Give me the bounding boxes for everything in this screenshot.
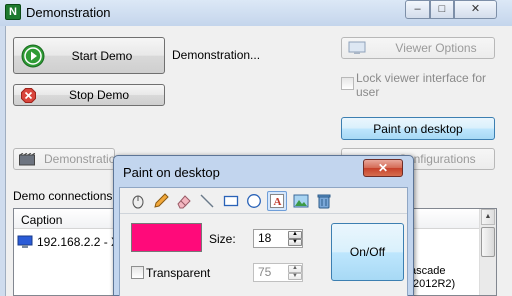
stop-demo-label: Stop Demo bbox=[68, 88, 130, 102]
window-titlebar[interactable]: N Demonstration – □ ✕ bbox=[0, 0, 512, 26]
size-spinner[interactable]: ▲ ▼ bbox=[288, 231, 302, 246]
computer-icon bbox=[17, 235, 33, 248]
scroll-up-icon[interactable]: ▲ bbox=[481, 209, 495, 225]
color-swatch[interactable] bbox=[131, 223, 202, 252]
column-header-caption[interactable]: Caption bbox=[21, 213, 62, 227]
on-off-button[interactable]: On/Off bbox=[331, 223, 404, 281]
stop-icon bbox=[21, 88, 36, 103]
demonstration-button[interactable]: Demonstration bbox=[13, 148, 122, 170]
paint-dialog-body: A Size: 18 ▲ ▼ On/Off Transparent 75 ▲ ▼ bbox=[119, 187, 408, 296]
demo-connections-label: Demo connections bbox=[13, 189, 113, 203]
transparency-spinner[interactable]: ▲ ▼ bbox=[288, 265, 302, 280]
lock-viewer-label: Lock viewer interface for user bbox=[356, 71, 487, 99]
trash-icon[interactable] bbox=[314, 191, 334, 211]
transparent-label: Transparent bbox=[146, 266, 211, 280]
eraser-icon[interactable] bbox=[174, 191, 194, 211]
paint-dialog-title: Paint on desktop bbox=[123, 165, 220, 180]
start-demo-button[interactable]: Start Demo bbox=[13, 37, 165, 74]
film-icon bbox=[19, 153, 35, 166]
toolbar-divider bbox=[120, 213, 407, 214]
paint-on-desktop-button[interactable]: Paint on desktop bbox=[341, 117, 495, 140]
paint-dialog-close-button[interactable]: ✕ bbox=[363, 159, 403, 177]
pencil-icon[interactable] bbox=[151, 191, 171, 211]
image-icon[interactable] bbox=[291, 191, 311, 211]
line-icon[interactable] bbox=[197, 191, 217, 211]
spin-down-icon[interactable]: ▼ bbox=[288, 272, 302, 280]
rectangle-icon[interactable] bbox=[221, 191, 241, 211]
list-item-caption: 192.168.2.2 - X bbox=[37, 235, 120, 249]
spin-down-icon[interactable]: ▼ bbox=[288, 238, 302, 246]
list-item[interactable]: 192.168.2.2 - X bbox=[17, 233, 119, 251]
text-icon[interactable]: A bbox=[267, 191, 287, 211]
spin-up-icon[interactable]: ▲ bbox=[288, 231, 302, 239]
monitor-icon bbox=[348, 41, 366, 54]
lock-viewer-checkbox[interactable] bbox=[341, 77, 354, 90]
stop-demo-button[interactable]: Stop Demo bbox=[13, 84, 165, 106]
list-scrollbar[interactable]: ▲ bbox=[479, 209, 496, 295]
spin-up-icon[interactable]: ▲ bbox=[288, 265, 302, 273]
paint-on-desktop-label: Paint on desktop bbox=[373, 121, 463, 136]
viewer-options-button[interactable]: Viewer Options bbox=[341, 37, 495, 59]
minimize-button[interactable]: – bbox=[405, 0, 430, 19]
viewer-options-label: Viewer Options bbox=[395, 41, 477, 55]
play-icon bbox=[21, 44, 45, 68]
mouse-pointer-icon[interactable] bbox=[128, 191, 148, 211]
color-swatch-fill bbox=[132, 224, 201, 251]
partial-text-2: 2012R2) bbox=[413, 278, 456, 290]
demonstration-label: Demonstration bbox=[44, 152, 123, 166]
svg-text:A: A bbox=[274, 196, 282, 208]
ellipse-icon[interactable] bbox=[244, 191, 264, 211]
maximize-button[interactable]: □ bbox=[430, 0, 454, 19]
size-label: Size: bbox=[209, 232, 236, 246]
partial-text-1: ascade bbox=[410, 265, 446, 277]
paint-dialog[interactable]: Paint on desktop ✕ A Size: 18 ▲ ▼ On/Off… bbox=[113, 155, 414, 296]
scroll-thumb[interactable] bbox=[481, 227, 495, 257]
window-close-button[interactable]: ✕ bbox=[454, 0, 497, 19]
window-title: Demonstration bbox=[26, 5, 111, 20]
start-demo-label: Start Demo bbox=[71, 48, 133, 63]
on-off-label: On/Off bbox=[349, 245, 386, 259]
app-icon: N bbox=[5, 4, 21, 20]
demo-status-text: Demonstration... bbox=[172, 48, 261, 62]
transparent-checkbox[interactable] bbox=[131, 266, 144, 279]
